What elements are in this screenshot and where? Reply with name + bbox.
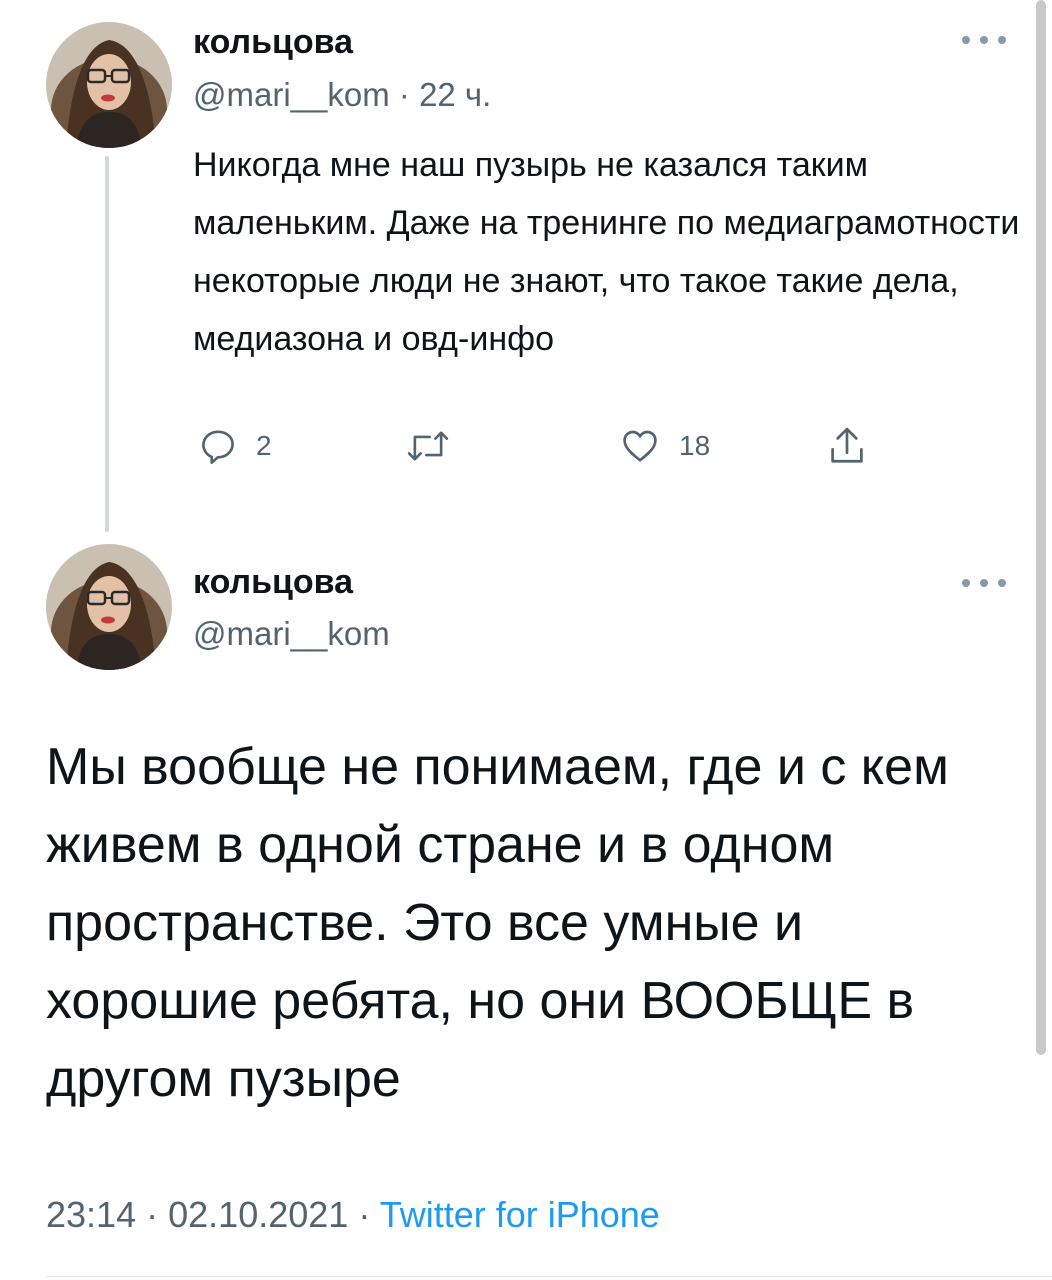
author-handle[interactable]: @mari__kom [193,76,390,113]
avatar-image [46,22,172,148]
divider [46,1276,1052,1277]
share-icon [831,427,863,463]
avatar-image [46,544,172,670]
tweet-time-ago[interactable]: 22 ч. [419,76,491,113]
author-name[interactable]: кольцова [193,563,353,602]
tweet-text: Никогда мне наш пузырь не казался таким … [193,146,1020,358]
reply-count: 2 [256,430,272,461]
like-button[interactable]: 18 [619,426,710,466]
meta-separator: · [358,1194,371,1235]
reply-button[interactable]: 2 [198,426,272,466]
thread-connector-line [105,156,109,532]
reply-icon [202,430,234,464]
more-options-icon[interactable] [962,31,1006,49]
author-avatar[interactable] [46,544,172,670]
like-count: 18 [679,430,711,461]
tweet-meta: 23:14 · 02.10.2021 · Twitter for iPhone [46,1194,660,1236]
retweet-button[interactable] [405,426,469,466]
tweet-text: Мы вообще не понимаем, где и с кем живем… [46,738,949,1108]
retweet-icon [407,431,449,461]
tweet-source-link[interactable]: Twitter for iPhone [380,1194,660,1235]
tweet-time[interactable]: 23:14 [46,1194,136,1235]
meta-separator: · [146,1194,159,1235]
author-meta: @mari__kom · 22 ч. [193,76,491,114]
tweet-date[interactable]: 02.10.2021 [168,1194,348,1235]
author-avatar[interactable] [46,22,172,148]
meta-separator: · [398,76,410,113]
scrollbar[interactable] [1036,0,1046,1055]
author-name[interactable]: кольцова [193,23,353,62]
author-handle[interactable]: @mari__kom [193,615,390,653]
share-button[interactable] [826,424,868,468]
like-icon [623,430,657,462]
more-options-icon[interactable] [962,574,1006,592]
